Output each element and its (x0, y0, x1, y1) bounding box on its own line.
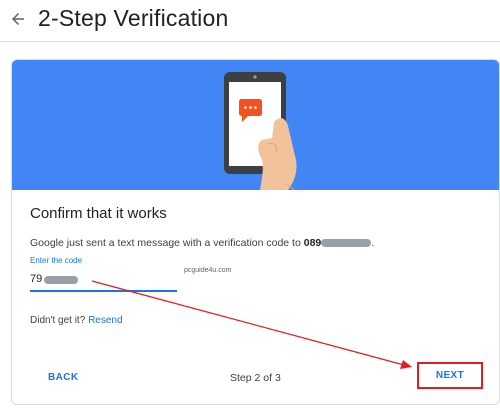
code-input[interactable]: 79 (30, 272, 177, 292)
page-title: 2-Step Verification (38, 5, 229, 31)
code-field-label: Enter the code (30, 256, 83, 265)
watermark: pcguide4u.com (184, 267, 232, 274)
resend-link[interactable]: Resend (88, 315, 122, 326)
arrow-left-icon[interactable] (9, 10, 27, 28)
phone-redaction (321, 239, 372, 248)
card-title: Confirm that it works (30, 205, 167, 222)
code-redaction (44, 276, 78, 284)
code-input-value: 79 (30, 273, 43, 285)
resend-prompt: Didn't get it? Resend (30, 315, 123, 326)
banner (12, 60, 499, 190)
phone-sms-illustration (224, 72, 297, 190)
next-button[interactable]: NEXT (417, 362, 483, 389)
sms-message: Google just sent a text message with a v… (30, 237, 374, 249)
back-button[interactable]: BACK (48, 372, 79, 383)
message-text: Google just sent a text message with a v… (30, 237, 304, 249)
phone-number: 089 (303, 237, 322, 249)
no-code-text: Didn't get it? (30, 315, 86, 326)
verification-card: Confirm that it works Google just sent a… (11, 59, 500, 405)
step-indicator: Step 2 of 3 (230, 372, 281, 384)
top-bar: 2-Step Verification (0, 0, 500, 42)
message-suffix: . (371, 237, 375, 249)
